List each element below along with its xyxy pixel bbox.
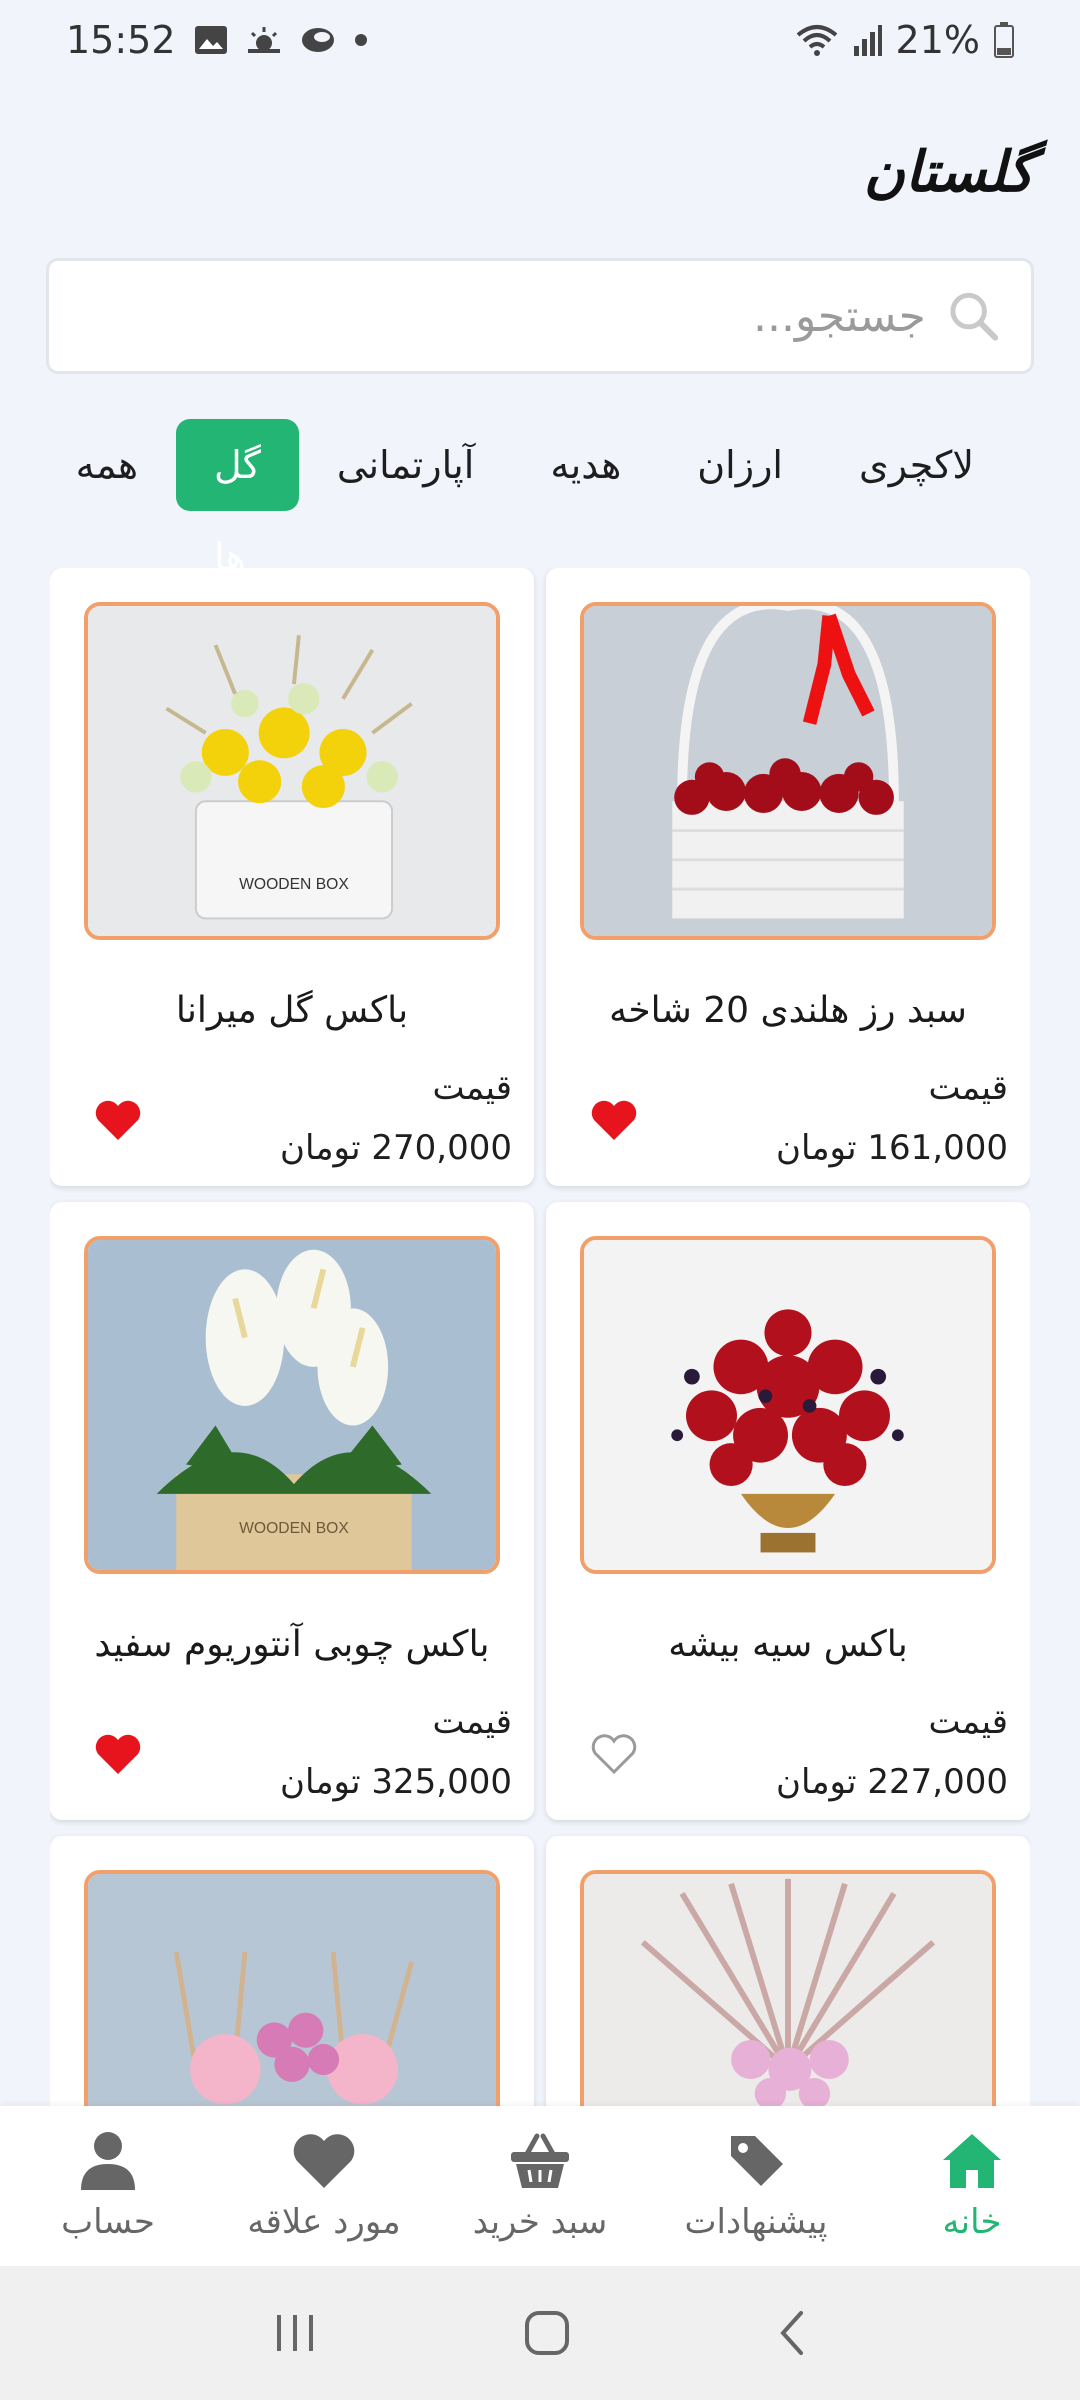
gallery-notification-icon xyxy=(194,26,227,54)
basket-icon xyxy=(511,2133,569,2188)
product-card[interactable]: سبد رز هلندی 20 شاخه قیمت 161,000 تومان xyxy=(546,568,1030,1186)
product-name: باکس گل میرانا xyxy=(175,990,409,1031)
page-title: گلستان xyxy=(863,140,1034,205)
system-navigation-bar xyxy=(0,2266,1080,2400)
product-card[interactable]: WOODEN BOX باکس چوبی آنتوریوم سفید قیمت … xyxy=(50,1202,534,1820)
app-notification-icon xyxy=(301,28,334,52)
weather-notification-icon xyxy=(247,27,280,53)
nav-home[interactable]: خانه xyxy=(864,2130,1080,2242)
bottom-navigation: خانه پیشنهادات سبد خرید مورد علاقه حساب xyxy=(0,2106,1080,2266)
nav-account[interactable]: حساب xyxy=(0,2130,216,2242)
back-icon[interactable] xyxy=(777,2309,807,2357)
price-label: قیمت xyxy=(928,1068,1008,1108)
home-icon xyxy=(943,2134,1001,2188)
favorite-heart-icon[interactable] xyxy=(94,1098,142,1142)
tag-icon xyxy=(731,2136,783,2186)
favorite-heart-icon[interactable] xyxy=(590,1098,638,1142)
chip-cheap[interactable]: ارزان xyxy=(659,419,821,511)
battery-percent: 21% xyxy=(895,18,980,62)
product-image: WOODEN BOX xyxy=(84,602,500,940)
chip-apartment[interactable]: آپارتمانی xyxy=(299,419,512,511)
wifi-icon xyxy=(796,25,837,56)
chip-flowers[interactable]: گل ها xyxy=(176,419,299,579)
favorite-heart-outline-icon[interactable] xyxy=(590,1732,638,1776)
more-notifications-dot-icon xyxy=(354,34,367,46)
chip-all[interactable]: همه xyxy=(38,419,176,511)
product-price: 161,000 تومان xyxy=(776,1128,1008,1168)
signal-icon xyxy=(853,25,882,56)
status-time: 15:52 xyxy=(66,18,176,62)
svg-text:WOODEN BOX: WOODEN BOX xyxy=(239,1520,349,1537)
nav-favorites[interactable]: مورد علاقه xyxy=(216,2130,432,2242)
search-box[interactable] xyxy=(46,258,1034,374)
product-image: WOODEN BOX xyxy=(84,1236,500,1574)
chip-gift[interactable]: هدیه xyxy=(512,419,659,511)
nav-cart-label: سبد خرید xyxy=(472,2202,608,2242)
nav-offers[interactable]: پیشنهادات xyxy=(648,2130,864,2242)
battery-icon xyxy=(994,22,1014,58)
product-price: 270,000 تومان xyxy=(280,1128,512,1168)
product-price: 227,000 تومان xyxy=(776,1762,1008,1802)
search-input[interactable] xyxy=(79,290,926,342)
product-name: سبد رز هلندی 20 شاخه xyxy=(609,990,967,1031)
favorite-heart-icon[interactable] xyxy=(94,1732,142,1776)
price-label: قیمت xyxy=(432,1702,512,1742)
chip-luxury[interactable]: لاکچری xyxy=(821,419,1012,511)
heart-icon xyxy=(293,2134,355,2188)
price-label: قیمت xyxy=(432,1068,512,1108)
category-chips: لاکچری ارزان هدیه آپارتمانی گل ها همه xyxy=(46,418,1034,579)
search-icon xyxy=(950,292,999,341)
product-image xyxy=(580,602,996,940)
product-image xyxy=(580,1870,996,2108)
nav-cart[interactable]: سبد خرید xyxy=(432,2130,648,2242)
product-card[interactable]: باکس سیه بیشه قیمت 227,000 تومان xyxy=(546,1202,1030,1820)
recent-apps-icon[interactable] xyxy=(273,2313,317,2353)
product-name: باکس چوبی آنتوریوم سفید xyxy=(94,1624,490,1665)
product-card[interactable]: WOODEN BOX باکس گل میرانا قیمت 270,000 ت… xyxy=(50,568,534,1186)
status-bar: 15:52 21% xyxy=(0,0,1080,80)
product-name: باکس سیه بیشه xyxy=(668,1624,908,1665)
product-image xyxy=(84,1870,500,2108)
nav-favorites-label: مورد علاقه xyxy=(247,2202,401,2242)
product-card[interactable] xyxy=(546,1836,1030,2108)
product-card[interactable] xyxy=(50,1836,534,2108)
price-label: قیمت xyxy=(928,1702,1008,1742)
nav-offers-label: پیشنهادات xyxy=(684,2202,828,2242)
nav-account-label: حساب xyxy=(61,2202,155,2242)
user-icon xyxy=(81,2132,135,2190)
product-image xyxy=(580,1236,996,1574)
product-grid: سبد رز هلندی 20 شاخه قیمت 161,000 تومان … xyxy=(50,568,1030,2108)
nav-home-label: خانه xyxy=(942,2202,1002,2242)
home-button-icon[interactable] xyxy=(523,2309,571,2357)
svg-text:WOODEN BOX: WOODEN BOX xyxy=(239,876,349,893)
product-price: 325,000 تومان xyxy=(280,1762,512,1802)
